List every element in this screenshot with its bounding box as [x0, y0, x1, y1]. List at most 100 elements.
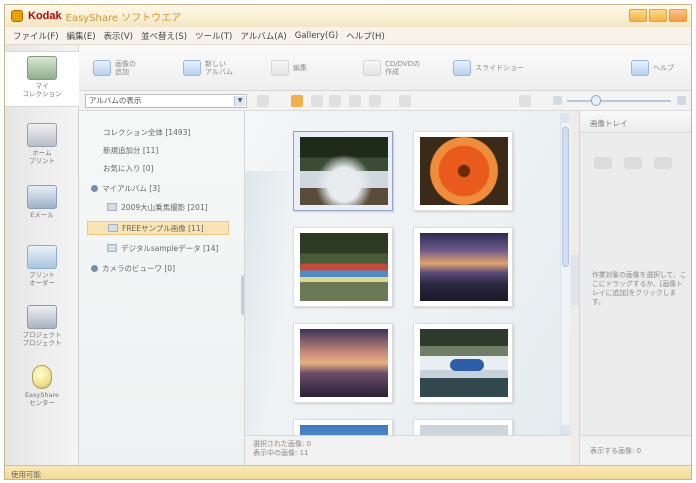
- tree-item-album[interactable]: デジタルsampleデータ [14]: [107, 241, 218, 255]
- zoom-slider-thumb[interactable]: [591, 95, 601, 106]
- tree-item-label: お気に入り [0]: [103, 163, 154, 173]
- tree-item-label: 新規追加分 [11]: [103, 145, 159, 155]
- add-pictures-button[interactable]: 画像の 追加: [93, 57, 136, 79]
- rotate-left-icon[interactable]: [311, 95, 323, 107]
- scroll-down-arrow-icon[interactable]: [561, 425, 570, 435]
- tree-item-my-albums[interactable]: マイアルバム [3]: [91, 181, 160, 195]
- tree-item-all-collection[interactable]: コレクション全体 [1493]: [103, 125, 190, 139]
- tray-title: 画像トレイ: [580, 111, 691, 133]
- create-cd-button[interactable]: CD/DVDの 作成: [363, 57, 420, 79]
- brand-name: Kodak: [28, 10, 62, 22]
- nav-projects[interactable]: プロジェクト プロジェクト: [5, 301, 79, 357]
- photo-thumbnail[interactable]: [293, 419, 393, 435]
- nav-label: プリント オーダー: [29, 271, 55, 287]
- photo-sky: [300, 425, 388, 435]
- new-album-icon: [183, 60, 201, 76]
- photo-thumbnail[interactable]: [293, 323, 393, 403]
- photo-kayaks: [300, 233, 388, 301]
- tray-toggle-handle[interactable]: [571, 255, 579, 305]
- photo-thumbnail[interactable]: [293, 131, 393, 211]
- nav-label: EasyShare センター: [24, 391, 60, 407]
- help-label: ヘルプ: [653, 64, 674, 72]
- add-pictures-icon: [93, 60, 111, 76]
- scroll-up-arrow-icon[interactable]: [561, 113, 570, 123]
- zoom-in-icon[interactable]: [677, 96, 686, 105]
- nav-label: ホーム プリント: [29, 149, 55, 165]
- album-icon: [107, 203, 117, 211]
- selected-count: 選択された画像: 0: [253, 440, 312, 448]
- photo-grid-status: 選択された画像: 0 表示中の画像: 11: [245, 435, 571, 465]
- menu-view[interactable]: 表示(V): [100, 30, 137, 42]
- photo-thumbnail[interactable]: [293, 227, 393, 307]
- nav-my-collection[interactable]: マイ コレクション: [5, 51, 79, 107]
- add-pictures-label: 画像の 追加: [115, 60, 136, 76]
- crop-icon[interactable]: [349, 95, 361, 107]
- grid-view-icon[interactable]: [519, 95, 531, 107]
- close-button[interactable]: [669, 9, 687, 22]
- new-album-button[interactable]: 新しい アルバム: [183, 57, 233, 79]
- photo-thumbnail[interactable]: [413, 131, 513, 211]
- picture-tray: 画像トレイ 作業対象の画像を選択して、ここにドラッグするか、[画像トレイに追加]…: [579, 111, 691, 465]
- photo-thumbnail[interactable]: [413, 419, 513, 435]
- create-cd-label: CD/DVDの 作成: [385, 60, 421, 76]
- rotate-right-icon[interactable]: [329, 95, 341, 107]
- menu-edit[interactable]: 編集(E): [63, 30, 100, 42]
- window-controls: [629, 9, 687, 22]
- tree-item-new[interactable]: 新規追加分 [11]: [103, 143, 158, 157]
- slideshow-label: スライドショー: [475, 64, 524, 72]
- panel-splitter[interactable]: [241, 275, 244, 315]
- window-title: EasyShare ソフトウエア: [65, 12, 182, 24]
- properties-icon[interactable]: [257, 95, 269, 107]
- menu-file[interactable]: ファイル(F): [9, 30, 63, 42]
- photo-rafting: [420, 329, 508, 397]
- menu-help[interactable]: ヘルプ(H): [342, 30, 389, 42]
- zoom-slider-track[interactable]: [567, 100, 671, 102]
- cd-icon: [363, 60, 381, 76]
- minimize-button[interactable]: [629, 9, 647, 22]
- zoom-out-icon[interactable]: [553, 96, 562, 105]
- menu-tools[interactable]: ツール(T): [191, 30, 236, 42]
- expand-icon[interactable]: [91, 264, 98, 272]
- menu-gallery[interactable]: Gallery(G): [291, 31, 343, 41]
- photo-thumbnail[interactable]: [413, 227, 513, 307]
- left-navigation: マイ コレクション ホーム プリント Eメール プリント オーダー プロジェクト…: [5, 45, 79, 465]
- tray-clear-icon[interactable]: [654, 157, 672, 169]
- edit-button[interactable]: 編集: [271, 57, 307, 79]
- tree-item-album[interactable]: 2009大山乗馬撮影 [201]: [107, 200, 208, 214]
- nav-print-order[interactable]: プリント オーダー: [5, 241, 79, 297]
- tree-item-album-selected[interactable]: FREEサンプル画像 [11]: [87, 221, 229, 235]
- maximize-button[interactable]: [649, 9, 667, 22]
- photo-grid-scrollbar[interactable]: [560, 113, 570, 435]
- slideshow-icon: [453, 60, 471, 76]
- nav-email[interactable]: Eメール: [5, 181, 79, 237]
- redeye-icon[interactable]: [369, 95, 381, 107]
- tree-item-camera-viewer[interactable]: カメラのビューワ [0]: [91, 261, 175, 275]
- album-view-select[interactable]: アルバムの表示 ▼: [85, 94, 247, 108]
- star-icon[interactable]: [291, 95, 303, 107]
- scroll-thumb[interactable]: [562, 127, 569, 267]
- tray-remove-icon[interactable]: [624, 157, 642, 169]
- tree-item-label: デジタルsampleデータ [14]: [121, 243, 219, 253]
- nav-label: Eメール: [30, 211, 54, 219]
- tree-item-favorites[interactable]: お気に入り [0]: [103, 161, 154, 175]
- delete-icon[interactable]: [399, 95, 411, 107]
- photo-pale: [420, 425, 508, 435]
- album-tree-panel: コレクション全体 [1493] 新規追加分 [11] お気に入り [0] マイア…: [79, 111, 245, 465]
- photo-flower: [420, 137, 508, 205]
- help-button[interactable]: ヘルプ: [631, 57, 674, 79]
- chevron-down-icon[interactable]: ▼: [234, 96, 245, 106]
- menu-sort[interactable]: 並べ替え(S): [137, 30, 191, 42]
- menu-album[interactable]: アルバム(A): [236, 30, 290, 42]
- tray-add-icon[interactable]: [594, 157, 612, 169]
- tree-item-label: コレクション全体 [1493]: [103, 127, 191, 137]
- new-album-label: 新しい アルバム: [205, 60, 233, 76]
- title-bar[interactable]: Kodak EasyShare ソフトウエア: [5, 5, 691, 27]
- slideshow-button[interactable]: スライドショー: [453, 57, 524, 79]
- nav-easyshare-center[interactable]: EasyShare センター: [5, 361, 79, 417]
- edit-icon: [271, 60, 289, 76]
- nav-home-print[interactable]: ホーム プリント: [5, 119, 79, 175]
- photo-thumbnail[interactable]: [413, 323, 513, 403]
- tree-item-label: 2009大山乗馬撮影 [201]: [121, 202, 208, 212]
- expand-icon[interactable]: [91, 184, 98, 192]
- kodak-logo-icon: [11, 10, 23, 22]
